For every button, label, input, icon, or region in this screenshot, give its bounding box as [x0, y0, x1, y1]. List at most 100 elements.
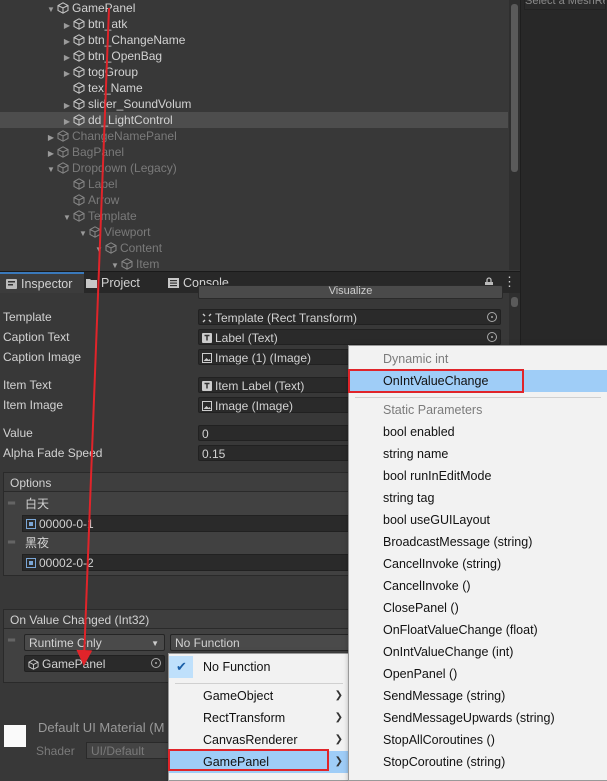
hierarchy-item-label: Content [120, 241, 163, 255]
menu-item-static-method[interactable]: StopAllCoroutines () [349, 729, 607, 751]
caption-image-field[interactable]: Image (1) (Image) [198, 349, 358, 365]
template-field[interactable]: Template (Rect Transform) [198, 309, 501, 325]
checkmark-icon: ✔ [176, 659, 187, 674]
tab-inspector-label: Inspector [21, 277, 73, 291]
option-text-2[interactable]: 黑夜 [22, 535, 354, 552]
hierarchy-item[interactable]: ▼ Dropdown (Legacy) [0, 160, 508, 176]
hierarchy-item[interactable]: ▶ btn_atk [0, 16, 508, 32]
visualize-label: Visualize [328, 285, 373, 297]
hierarchy-item-label: Template [88, 209, 137, 223]
visualize-button[interactable]: Visualize [198, 285, 503, 299]
menu-item-canvasrenderer[interactable]: CanvasRenderer ❯ [169, 729, 349, 751]
menu-item-no-function[interactable]: ✔ No Function [169, 656, 349, 678]
menu-item-static-method[interactable]: bool enabled [349, 421, 607, 443]
caption-text-field[interactable]: Label (Text) [198, 329, 501, 345]
item-text-field[interactable]: Item Label (Text) [198, 377, 358, 393]
hierarchy-item[interactable]: ▼ Template [0, 208, 508, 224]
hierarchy-item[interactable]: Label [0, 176, 508, 192]
value-label: Value [3, 426, 33, 440]
shader-dropdown[interactable]: UI/Default [86, 742, 170, 759]
gameobject-icon [73, 194, 85, 206]
image-icon [202, 399, 212, 411]
gameobject-icon [57, 146, 69, 158]
sprite-icon [26, 517, 36, 529]
item-image-field[interactable]: Image (Image) [198, 397, 358, 413]
submenu-arrow-icon: ❯ [334, 734, 343, 745]
alpha-fade-field[interactable]: 0.15 [198, 445, 358, 461]
gameobject-icon [28, 658, 39, 670]
hierarchy-item-label: Dropdown (Legacy) [72, 161, 177, 175]
option-image-2-value: 00002-0-2 [39, 556, 94, 570]
menu-item-static-method[interactable]: CancelInvoke (string) [349, 553, 607, 575]
menu-item-static-method[interactable]: CancelInvoke () [349, 575, 607, 597]
menu-item-static-method[interactable]: SendMessage (string) [349, 685, 607, 707]
function-value: No Function [175, 636, 240, 650]
menu-item-static-method[interactable]: string tag [349, 487, 607, 509]
hierarchy-item[interactable]: ▶ togGroup [0, 64, 508, 80]
gameobject-icon [73, 34, 85, 46]
object-picker-icon[interactable] [151, 658, 161, 668]
sprite-icon [26, 556, 36, 568]
runtime-mode-dropdown[interactable]: Runtime Only ▼ [24, 634, 165, 651]
menu-item-static-method[interactable]: string name [349, 443, 607, 465]
hierarchy-item[interactable]: ▼ Viewport [0, 224, 508, 240]
tab-project[interactable]: Project [80, 272, 146, 294]
hierarchy-item[interactable]: Arrow [0, 192, 508, 208]
menu-item-static-method[interactable]: ClosePanel () [349, 597, 607, 619]
mesh-renderer-select-field[interactable]: Select a MeshRe [524, 0, 606, 10]
drag-handle-icon[interactable]: ═ [8, 537, 15, 548]
function-dropdown[interactable]: No Function [170, 634, 354, 651]
tab-inspector[interactable]: Inspector [0, 272, 84, 294]
menu-item-static-method[interactable]: BroadcastMessage (string) [349, 531, 607, 553]
hierarchy-item[interactable]: ▶ dd_LightControl [0, 112, 508, 128]
more-options-icon[interactable]: ⋮ [503, 275, 516, 289]
menu-item-gameobject[interactable]: GameObject ❯ [169, 685, 349, 707]
hierarchy-item-label: tex_Name [88, 81, 143, 95]
alpha-fade-label: Alpha Fade Speed [3, 446, 103, 460]
text-icon [202, 379, 212, 391]
caption-text-label: Caption Text [3, 330, 70, 344]
menu-item-static-method[interactable]: SendMessageUpwards (string) [349, 707, 607, 729]
hierarchy-item[interactable]: tex_Name [0, 80, 508, 96]
option-image-1[interactable]: 00000-0-1 [22, 515, 354, 532]
menu-item-static-method[interactable]: bool runInEditMode [349, 465, 607, 487]
drag-handle-icon[interactable]: ═ [8, 498, 15, 509]
gameobject-icon [73, 210, 85, 222]
hierarchy-item[interactable]: ▶ btn_OpenBag [0, 48, 508, 64]
gameobject-icon [73, 18, 85, 30]
hierarchy-scrollbar[interactable] [509, 0, 520, 270]
hierarchy-item[interactable]: ▼ Content [0, 240, 508, 256]
scrollbar-thumb[interactable] [511, 4, 518, 172]
hierarchy-item[interactable]: ▶ BagPanel [0, 144, 508, 160]
hierarchy-item[interactable]: ▶ slider_SoundVolum [0, 96, 508, 112]
menu-item-static-method[interactable]: StopCoroutine (string) [349, 751, 607, 773]
menu-item-static-method[interactable]: OnFloatValueChange (float) [349, 619, 607, 641]
value-field[interactable]: 0 [198, 425, 358, 441]
hierarchy-item[interactable]: ▼ Item [0, 256, 508, 272]
material-label: Default UI Material (M [38, 720, 165, 735]
object-picker-icon[interactable] [487, 312, 497, 322]
hierarchy-item[interactable]: ▶ ChangeNamePanel [0, 128, 508, 144]
menu-item-static-method[interactable]: bool useGUILayout [349, 509, 607, 531]
menu-item-static-method[interactable]: OnIntValueChange (int) [349, 641, 607, 663]
option-image-2[interactable]: 00002-0-2 [22, 554, 354, 571]
hierarchy-item-label: Arrow [88, 193, 120, 207]
caption-text-value: Label (Text) [215, 331, 278, 345]
submenu-arrow-icon: ❯ [334, 690, 343, 701]
tab-project-label: Project [101, 276, 140, 290]
chevron-down-icon: ▼ [151, 639, 159, 648]
menu-item-recttransform[interactable]: RectTransform ❯ [169, 707, 349, 729]
console-icon [168, 273, 179, 288]
option-text-1[interactable]: 白天 [22, 496, 354, 513]
gameobject-icon [73, 114, 85, 126]
drag-handle-icon[interactable]: ═ [8, 635, 15, 646]
object-picker-icon[interactable] [487, 332, 497, 342]
scrollbar-thumb[interactable] [511, 297, 518, 307]
hierarchy-item[interactable]: ▼ GamePanel [0, 0, 508, 16]
submenu-arrow-icon: ❯ [334, 712, 343, 723]
menu-item-label: GameObject [203, 689, 274, 703]
hierarchy-item[interactable]: ▶ btn_ChangeName [0, 32, 508, 48]
target-object-field[interactable]: GamePanel [24, 655, 165, 672]
menu-item-static-method[interactable]: OpenPanel () [349, 663, 607, 685]
caption-image-label: Caption Image [3, 350, 82, 364]
